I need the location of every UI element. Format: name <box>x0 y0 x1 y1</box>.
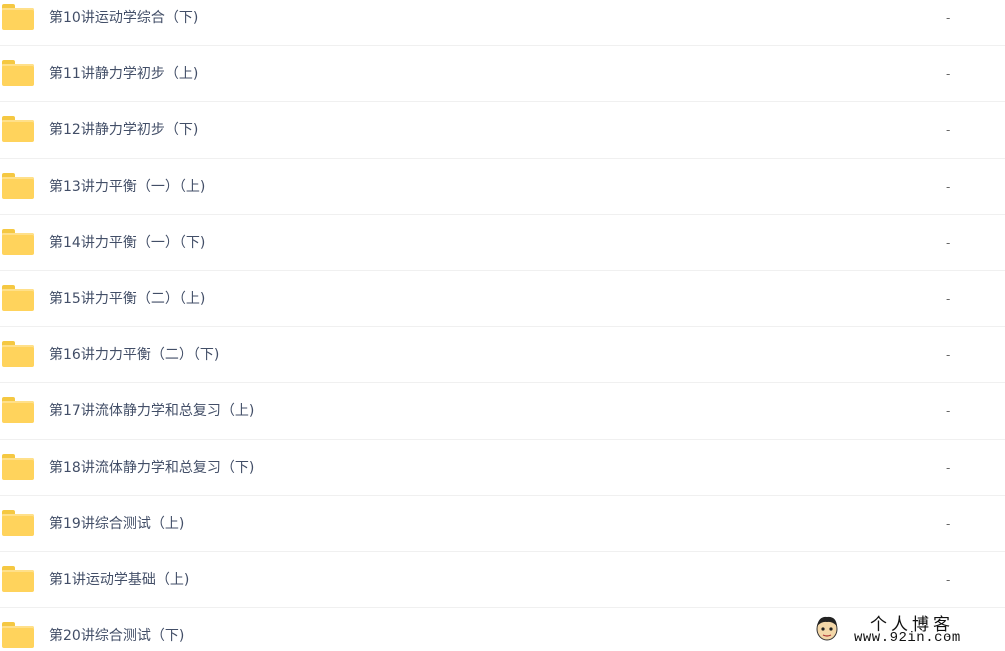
list-item[interactable]: 第12讲静力学初步（下) - <box>0 102 1005 159</box>
file-size: - <box>946 572 951 587</box>
file-size: - <box>946 516 951 531</box>
folder-icon <box>2 622 34 649</box>
file-size: - <box>946 235 951 250</box>
folder-icon <box>2 116 34 143</box>
folder-icon <box>2 60 34 87</box>
list-item[interactable]: 第10讲运动学综合（下) - <box>0 0 1005 47</box>
folder-icon <box>2 453 34 480</box>
file-size: - <box>946 67 951 82</box>
list-item[interactable]: 第11讲静力学初步（上) - <box>0 46 1005 103</box>
list-item[interactable]: 第16讲力力平衡（二）（下) - <box>0 327 1005 384</box>
file-name[interactable]: 第11讲静力学初步（上) <box>49 46 198 102</box>
folder-icon <box>2 172 34 199</box>
file-size: - <box>946 291 951 306</box>
file-name[interactable]: 第15讲力平衡（二）（上) <box>49 271 205 327</box>
folder-icon <box>2 341 34 368</box>
list-item[interactable]: 第13讲力平衡（一）（上) - <box>0 159 1005 215</box>
file-name[interactable]: 第12讲静力学初步（下) <box>49 102 198 158</box>
folder-icon <box>2 284 34 311</box>
watermark: 个人博客 www.92in.com <box>810 610 1000 650</box>
folder-icon <box>2 509 34 536</box>
list-item[interactable]: 第18讲流体静力学和总复习（下) - <box>0 440 1005 496</box>
file-name[interactable]: 第10讲运动学综合（下) <box>49 0 198 46</box>
list-item[interactable]: 第1讲运动学基础（上) - <box>0 552 1005 609</box>
file-size: - <box>946 404 951 419</box>
list-item[interactable]: 第19讲综合测试（上) - <box>0 496 1005 552</box>
folder-icon <box>2 228 34 255</box>
file-name[interactable]: 第1讲运动学基础（上) <box>49 552 189 608</box>
folder-icon <box>2 4 34 30</box>
list-item[interactable]: 第15讲力平衡（二）（上) - <box>0 271 1005 328</box>
avatar-icon <box>816 616 838 641</box>
file-name[interactable]: 第16讲力力平衡（二）（下) <box>49 327 219 383</box>
file-name[interactable]: 第19讲综合测试（上) <box>49 496 184 552</box>
folder-icon <box>2 397 34 424</box>
list-item[interactable]: 第14讲力平衡（一）（下) - <box>0 215 1005 271</box>
file-list: 第10讲运动学综合（下) - 第11讲静力学初步（上) - 第12讲静力学初步（… <box>0 0 1005 649</box>
file-name[interactable]: 第20讲综合测试（下) <box>49 608 184 651</box>
file-size: - <box>946 123 951 138</box>
file-size: - <box>946 348 951 363</box>
file-name[interactable]: 第18讲流体静力学和总复习（下) <box>49 440 254 496</box>
watermark-url: www.92in.com <box>854 630 961 646</box>
file-name[interactable]: 第14讲力平衡（一）（下) <box>49 215 205 271</box>
file-name[interactable]: 第17讲流体静力学和总复习（上) <box>49 383 254 439</box>
file-size: - <box>946 460 951 475</box>
file-size: - <box>946 179 951 194</box>
file-size: - <box>946 11 951 25</box>
folder-icon <box>2 565 34 592</box>
file-name[interactable]: 第13讲力平衡（一）（上) <box>49 159 205 215</box>
list-item[interactable]: 第17讲流体静力学和总复习（上) - <box>0 383 1005 440</box>
